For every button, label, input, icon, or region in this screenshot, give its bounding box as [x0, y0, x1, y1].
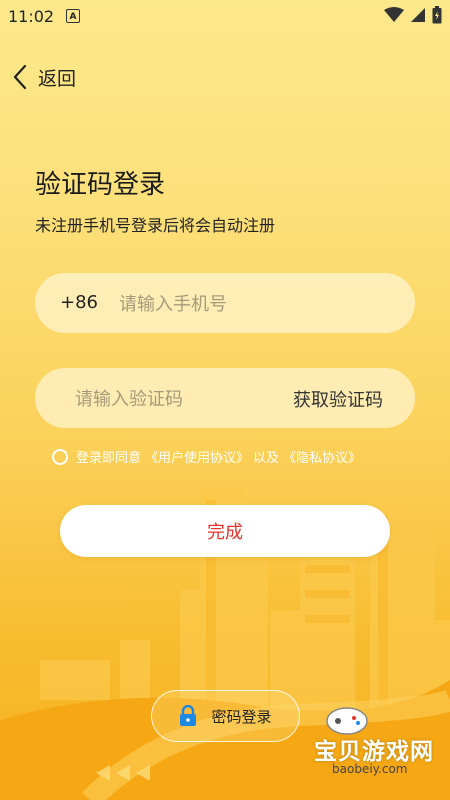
battery-icon	[432, 6, 442, 24]
watermark: 宝贝游戏网 baobeiy.com	[282, 700, 450, 800]
watermark-url: baobeiy.com	[332, 762, 408, 776]
done-button[interactable]: 完成	[60, 505, 390, 557]
get-code-button[interactable]: 获取验证码	[293, 386, 383, 412]
agreement-row: 登录即同意 《用户使用协议》 以及 《隐私协议》	[52, 447, 365, 466]
privacy-policy-link[interactable]: 《隐私协议》	[283, 447, 361, 466]
verification-code-input[interactable]	[73, 380, 267, 418]
status-bar: 11:02 A	[0, 0, 450, 32]
page-subtitle: 未注册手机号登录后将会自动注册	[35, 216, 276, 235]
phone-input[interactable]	[117, 285, 391, 323]
status-icons	[384, 6, 442, 24]
status-time: 11:02	[8, 7, 55, 26]
signal-icon	[411, 8, 425, 22]
back-button[interactable]: 返回	[12, 62, 76, 92]
agreement-connector: 以及	[253, 451, 280, 466]
lock-icon	[180, 705, 197, 726]
watermark-site-name: 宝贝游戏网	[314, 739, 434, 765]
password-login-label: 密码登录	[211, 707, 272, 726]
wifi-icon	[384, 7, 404, 22]
chevron-left-icon	[13, 64, 27, 90]
agreement-prefix: 登录即同意	[76, 451, 142, 466]
code-field: 获取验证码	[35, 368, 415, 428]
country-code[interactable]: +86	[60, 292, 98, 313]
password-login-button[interactable]: 密码登录	[151, 690, 300, 742]
notification-a-icon: A	[66, 9, 80, 23]
phone-field: +86	[35, 273, 415, 333]
page-title: 验证码登录	[35, 170, 166, 200]
back-label: 返回	[38, 67, 77, 90]
user-agreement-link[interactable]: 《用户使用协议》	[145, 447, 249, 466]
agreement-checkbox[interactable]	[52, 448, 68, 465]
